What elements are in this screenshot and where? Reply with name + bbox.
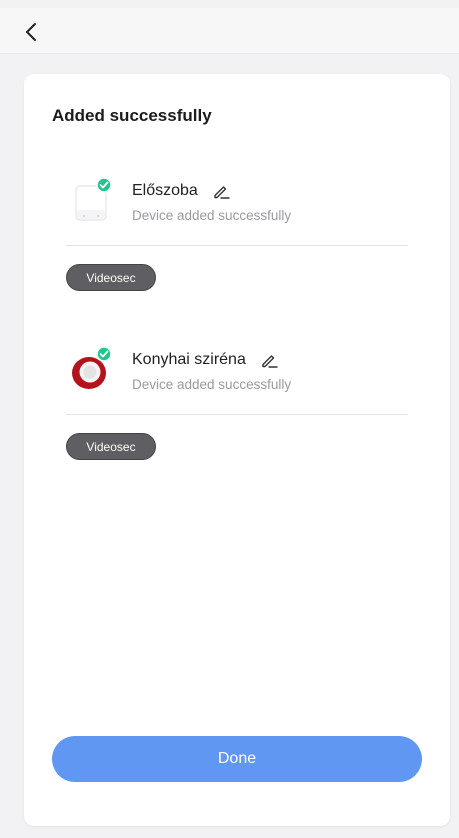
device-status: Device added successfully (132, 208, 292, 223)
device-name: Konyhai sziréna (132, 351, 278, 369)
hub-device-icon (75, 178, 112, 221)
back-button[interactable] (20, 20, 42, 44)
pencil-icon[interactable] (260, 351, 278, 369)
done-button[interactable]: Done (52, 736, 422, 782)
pencil-icon[interactable] (212, 182, 230, 200)
device-item: Konyhai sziréna Device added successfull… (66, 343, 408, 415)
device-name: Előszoba (132, 182, 230, 200)
page-title: Added successfully (52, 106, 212, 125)
edit-name-button[interactable] (212, 182, 230, 200)
edit-name-button[interactable] (260, 351, 278, 369)
siren-device-icon (72, 347, 112, 389)
device-name-label: Előszoba (132, 182, 198, 199)
group-tag[interactable]: Videosec (66, 433, 156, 460)
device-item: Előszoba Device added successfully (66, 174, 408, 246)
device-status: Device added successfully (132, 377, 292, 392)
device-name-label: Konyhai sziréna (132, 351, 246, 368)
group-tag[interactable]: Videosec (66, 264, 156, 291)
result-card: Added successfully Előszoba Device added… (24, 74, 450, 826)
top-bar (0, 8, 459, 54)
chevron-left-icon[interactable] (25, 22, 37, 42)
